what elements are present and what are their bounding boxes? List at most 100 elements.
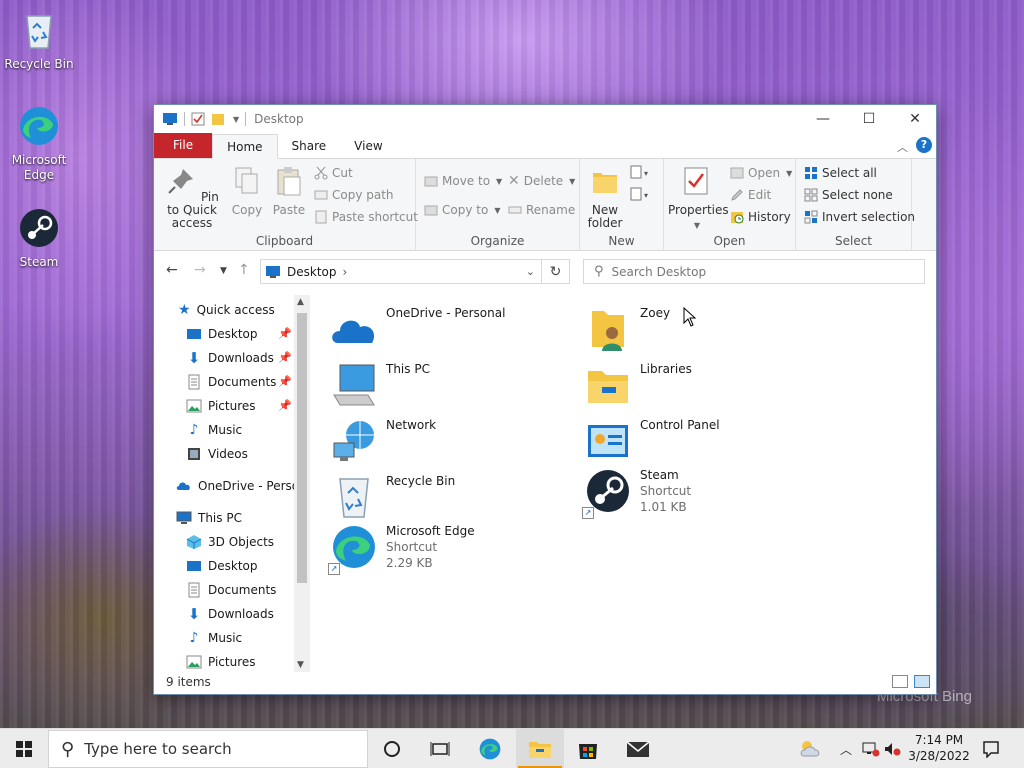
address-bar[interactable]: Desktop › ⌄ <box>260 259 542 284</box>
chevron-down-icon[interactable]: ▼ <box>233 115 239 124</box>
system-clock[interactable]: 7:14 PM 3/28/2022 <box>906 732 972 764</box>
item-this-pc[interactable]: This PC <box>330 361 570 409</box>
task-view-button[interactable] <box>416 729 464 768</box>
organize-group: Move to ▼ Copy to ▼ ✕ Delete ▼ Rename Organ… <box>416 159 580 250</box>
tab-share[interactable]: Share <box>278 134 341 158</box>
cortana-button[interactable] <box>368 729 416 768</box>
properties-button[interactable]: Properties ▼ <box>668 165 729 232</box>
move-to-button[interactable]: Move to ▼ <box>424 171 502 191</box>
tab-home[interactable]: Home <box>212 134 278 159</box>
cut-button[interactable]: Cut <box>314 163 353 183</box>
nav-quick-access[interactable]: ★ Quick access <box>178 299 275 321</box>
nav-pc-pictures[interactable]: Pictures <box>186 651 256 672</box>
minimize-button[interactable]: — <box>800 105 846 133</box>
paste-shortcut-button[interactable]: Paste shortcut <box>314 207 418 227</box>
details-view-icon[interactable] <box>892 675 908 688</box>
item-edge[interactable]: ↗ Microsoft Edge Shortcut 2.29 KB <box>328 523 570 575</box>
nav-qa-music[interactable]: ♪ Music <box>186 419 243 441</box>
pictures-icon <box>186 655 202 669</box>
nav-scrollbar[interactable]: ▲ ▼ <box>294 295 310 672</box>
nav-qa-desktop[interactable]: Desktop <box>186 323 258 345</box>
nav-onedrive[interactable]: OneDrive - Personal <box>176 475 310 497</box>
new-item-icon[interactable]: ▾ <box>630 165 652 181</box>
select-all-icon <box>805 167 817 179</box>
item-network[interactable]: Network <box>330 417 570 465</box>
tab-file[interactable]: File <box>154 133 213 158</box>
copy-to-button[interactable]: Copy to ▼ <box>424 200 500 220</box>
start-button[interactable] <box>0 729 48 768</box>
nav-pc-desktop[interactable]: Desktop <box>186 555 258 577</box>
notification-center-button[interactable] <box>982 729 1000 768</box>
scroll-up-icon[interactable]: ▲ <box>297 297 304 307</box>
desktop-icon-steam[interactable]: Steam <box>4 206 74 270</box>
copy-button[interactable]: Copy <box>228 165 266 217</box>
network-tray-button[interactable] <box>862 729 880 768</box>
shortcut-arrow-icon: ↗ <box>582 507 594 519</box>
weather-icon <box>800 741 820 757</box>
title-bar[interactable]: ▼ Desktop — ☐ ✕ <box>154 105 936 133</box>
taskbar-search-input[interactable]: ⚲ Type here to search <box>48 730 368 768</box>
nav-pc-3d-objects[interactable]: 3D Objects <box>186 531 274 553</box>
nav-qa-documents[interactable]: Documents <box>186 371 276 393</box>
back-button[interactable]: ← <box>166 262 178 278</box>
help-icon[interactable]: ? <box>916 137 932 153</box>
quick-access-toolbar: ▼ <box>162 112 247 126</box>
close-button[interactable]: ✕ <box>892 105 938 133</box>
chevron-right-icon[interactable]: › <box>343 265 348 279</box>
notification-icon <box>983 741 999 758</box>
taskbar-file-explorer[interactable] <box>516 729 564 768</box>
item-onedrive[interactable]: OneDrive - Personal <box>330 305 570 353</box>
nav-qa-downloads[interactable]: ⬇ Downloads <box>186 347 274 369</box>
history-button[interactable]: History <box>730 207 791 227</box>
rename-button[interactable]: Rename <box>508 200 575 220</box>
weather-widget[interactable] <box>798 729 824 768</box>
refresh-button[interactable]: ↻ <box>542 259 570 284</box>
desktop-icon-edge[interactable]: Microsoft Edge <box>4 104 74 183</box>
paste-button[interactable]: Paste <box>270 165 308 217</box>
new-folder-button[interactable]: New folder <box>584 165 626 230</box>
invert-selection-button[interactable]: Invert selection <box>804 207 915 227</box>
copy-path-button[interactable]: Copy path <box>314 185 394 205</box>
tab-view[interactable]: View <box>340 134 396 158</box>
edit-button[interactable]: Edit <box>730 185 771 205</box>
properties-icon[interactable] <box>191 112 205 126</box>
search-input[interactable]: ⚲ Search Desktop <box>583 259 925 284</box>
edit-icon <box>731 189 743 201</box>
show-hidden-icons-button[interactable]: ︿ <box>840 729 852 768</box>
volume-tray-button[interactable] <box>884 729 902 768</box>
collapse-ribbon-icon[interactable]: ︿ <box>897 139 908 155</box>
nav-pc-downloads[interactable]: ⬇ Downloads <box>186 603 274 625</box>
up-button[interactable]: ↑ <box>238 262 250 278</box>
item-recycle-bin[interactable]: Recycle Bin <box>330 473 570 521</box>
view-buttons <box>892 675 930 688</box>
chevron-down-icon[interactable]: ⌄ <box>526 265 535 278</box>
maximize-button[interactable]: ☐ <box>846 105 892 133</box>
item-zoey[interactable]: Zoey <box>584 305 824 353</box>
nav-this-pc[interactable]: This PC <box>176 507 242 529</box>
desktop-icon-recycle-bin[interactable]: Recycle Bin <box>4 8 74 72</box>
delete-button[interactable]: ✕ Delete ▼ <box>508 171 575 191</box>
taskbar-store[interactable] <box>564 729 612 768</box>
pin-quick-access-button[interactable]: Pin to Quick access <box>158 165 226 230</box>
select-all-button[interactable]: Select all <box>804 163 877 183</box>
easy-access-icon[interactable]: ▾ <box>630 187 652 203</box>
scroll-down-icon[interactable]: ▼ <box>297 660 304 670</box>
taskbar-mail[interactable] <box>614 729 662 768</box>
search-icon: ⚲ <box>594 264 604 279</box>
item-control-panel[interactable]: Control Panel <box>584 417 824 465</box>
large-icons-view-icon[interactable] <box>914 675 930 688</box>
item-steam[interactable]: ↗ Steam Shortcut 1.01 KB <box>582 467 824 519</box>
item-libraries[interactable]: Libraries <box>584 361 824 409</box>
nav-pc-music[interactable]: ♪ Music <box>186 627 243 649</box>
new-folder-icon[interactable] <box>211 112 225 126</box>
open-button[interactable]: Open ▼ <box>730 163 792 183</box>
forward-button[interactable]: → <box>194 262 206 278</box>
select-none-button[interactable]: Select none <box>804 185 893 205</box>
recent-locations-icon[interactable]: ▼ <box>220 266 227 276</box>
nav-qa-pictures[interactable]: Pictures <box>186 395 256 417</box>
taskbar-edge[interactable] <box>466 729 514 768</box>
pin-icon: 📌 <box>278 375 292 388</box>
nav-qa-videos[interactable]: Videos <box>186 443 248 465</box>
scrollbar-thumb[interactable] <box>297 313 307 583</box>
nav-pc-documents[interactable]: Documents <box>186 579 276 601</box>
